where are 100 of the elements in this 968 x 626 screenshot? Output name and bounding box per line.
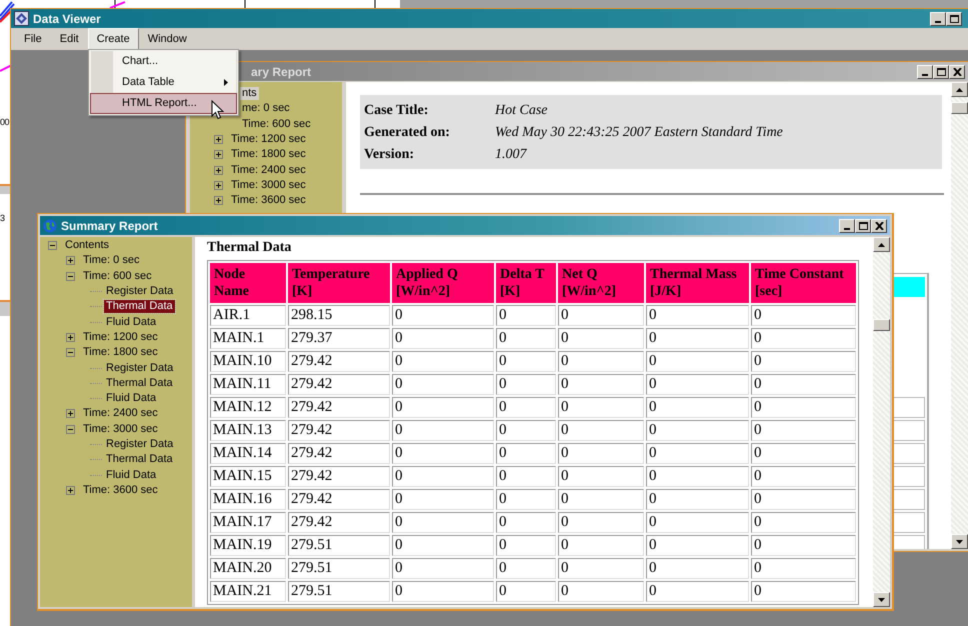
table-cell: 0 xyxy=(392,420,494,441)
table-cell: MAIN.13 xyxy=(210,420,286,441)
expand-icon[interactable] xyxy=(214,135,223,144)
field-value: Hot Case xyxy=(495,102,548,120)
minimize-icon xyxy=(844,228,850,230)
field-value: Wed May 30 22:43:25 2007 Eastern Standard Time xyxy=(495,124,783,142)
tree-item[interactable]: Fluid Data xyxy=(104,316,158,329)
tree-item[interactable]: Time: 1800 sec xyxy=(229,148,308,162)
scroll-up-button[interactable] xyxy=(951,82,968,97)
tree-item[interactable]: Thermal Data xyxy=(104,300,175,314)
table-cell: MAIN.1 xyxy=(210,328,286,349)
menu-item[interactable]: Chart... xyxy=(90,51,237,72)
menu-item[interactable]: File xyxy=(15,28,51,50)
table-cell: MAIN.11 xyxy=(210,374,286,395)
axis-label: 00 xyxy=(0,118,10,127)
column-header: Thermal Mass [J/K] xyxy=(646,263,749,303)
maximize-icon xyxy=(950,14,958,22)
table-cell: MAIN.12 xyxy=(210,397,286,418)
collapse-icon[interactable] xyxy=(66,272,75,281)
tree-item[interactable]: nts xyxy=(240,87,259,100)
table-cell: 279.42 xyxy=(288,420,390,441)
menu-item[interactable]: Window xyxy=(138,28,196,50)
tree-item[interactable]: Thermal Data xyxy=(104,376,175,390)
table-cell: 0 xyxy=(392,374,494,395)
table-cell: 0 xyxy=(496,351,556,372)
scroll-down-button[interactable] xyxy=(951,534,968,549)
table-cell: 0 xyxy=(646,420,749,441)
collapse-icon[interactable] xyxy=(66,424,75,434)
table-cell: 0 xyxy=(646,328,749,349)
chart-line xyxy=(0,62,12,72)
tree-item[interactable]: Time: 600 sec xyxy=(81,270,154,283)
menu-item[interactable]: Create xyxy=(88,28,139,50)
up-arrow-icon xyxy=(956,88,963,92)
maximize-button[interactable] xyxy=(855,218,871,232)
tree-item[interactable]: Time: 2400 sec xyxy=(229,164,308,177)
tree-item[interactable]: Register Data xyxy=(104,285,176,298)
tree-item[interactable]: me: 0 sec xyxy=(240,102,292,116)
minimize-button[interactable] xyxy=(839,218,855,232)
expand-icon[interactable] xyxy=(214,166,223,175)
minimize-button[interactable] xyxy=(917,64,933,78)
minimize-icon xyxy=(935,20,941,22)
table-cell: 0 xyxy=(751,420,856,441)
table-cell: 0 xyxy=(392,351,494,372)
table-cell: 0 xyxy=(646,466,749,487)
expand-icon[interactable] xyxy=(66,332,75,342)
table-cell: 0 xyxy=(496,489,556,510)
collapse-icon[interactable] xyxy=(66,348,75,358)
scroll-thumb[interactable] xyxy=(951,102,968,114)
menu-item[interactable]: Data Table xyxy=(90,72,237,93)
table-cell: 279.42 xyxy=(288,397,390,418)
expand-icon[interactable] xyxy=(214,150,223,160)
table-cell: 0 xyxy=(558,351,644,372)
tree-item[interactable]: Contents xyxy=(63,239,112,252)
table-cell: 0 xyxy=(496,374,556,395)
expand-icon[interactable] xyxy=(66,486,75,495)
table-cell: 0 xyxy=(646,397,749,418)
close-button[interactable] xyxy=(871,218,887,232)
tree-item[interactable]: Time: 3000 sec xyxy=(229,178,308,192)
tree-item[interactable]: Time: 600 sec xyxy=(240,118,313,131)
collapse-icon[interactable] xyxy=(48,241,57,250)
scroll-down-button[interactable] xyxy=(873,592,890,607)
tree-item[interactable]: Time: 2400 sec xyxy=(81,407,160,420)
expand-icon[interactable] xyxy=(66,409,75,418)
down-arrow-icon xyxy=(878,598,885,602)
tree-item[interactable]: Time: 0 sec xyxy=(81,254,142,268)
minimize-button[interactable] xyxy=(930,12,946,26)
column-header: Delta T [K] xyxy=(496,263,556,303)
table-cell: 0 xyxy=(392,466,494,487)
expand-icon[interactable] xyxy=(214,196,223,206)
scrollbar[interactable] xyxy=(873,237,890,607)
menu-item[interactable]: Edit xyxy=(50,28,88,50)
close-button[interactable] xyxy=(949,64,965,78)
tree-item[interactable]: Fluid Data xyxy=(104,392,158,406)
field-label: Generated on: xyxy=(364,124,451,142)
tree-item[interactable]: Fluid Data xyxy=(104,468,158,482)
table-cell: MAIN.20 xyxy=(210,558,286,579)
window-title: ary Report xyxy=(251,64,312,80)
menu-item[interactable]: HTML Report... xyxy=(90,93,237,114)
tree-item[interactable]: Time: 3600 sec xyxy=(81,484,160,497)
tree-item[interactable]: Register Data xyxy=(104,438,176,451)
table-cell: 0 xyxy=(751,489,856,510)
tree-item[interactable]: Time: 3600 sec xyxy=(229,194,308,208)
table-cell: 0 xyxy=(751,466,856,487)
tree-item[interactable]: Time: 1200 sec xyxy=(81,330,160,344)
table-cell: 0 xyxy=(751,535,856,556)
tree-item[interactable]: Thermal Data xyxy=(104,453,175,466)
maximize-button[interactable] xyxy=(946,12,962,26)
scroll-thumb[interactable] xyxy=(873,319,890,331)
table-cell: 0 xyxy=(496,581,556,602)
tree-item[interactable]: Register Data xyxy=(104,362,176,375)
expand-icon[interactable] xyxy=(214,180,223,190)
table-cell: 0 xyxy=(496,305,556,326)
window-title: Data Viewer xyxy=(33,10,101,28)
tree-item[interactable]: Time: 3000 sec xyxy=(81,422,160,436)
scrollbar[interactable] xyxy=(951,82,968,549)
tree-item[interactable]: Time: 1800 sec xyxy=(81,346,160,360)
tree-item[interactable]: Time: 1200 sec xyxy=(229,133,308,146)
maximize-button[interactable] xyxy=(933,64,949,78)
expand-icon[interactable] xyxy=(66,256,75,266)
scroll-up-button[interactable] xyxy=(873,237,890,252)
